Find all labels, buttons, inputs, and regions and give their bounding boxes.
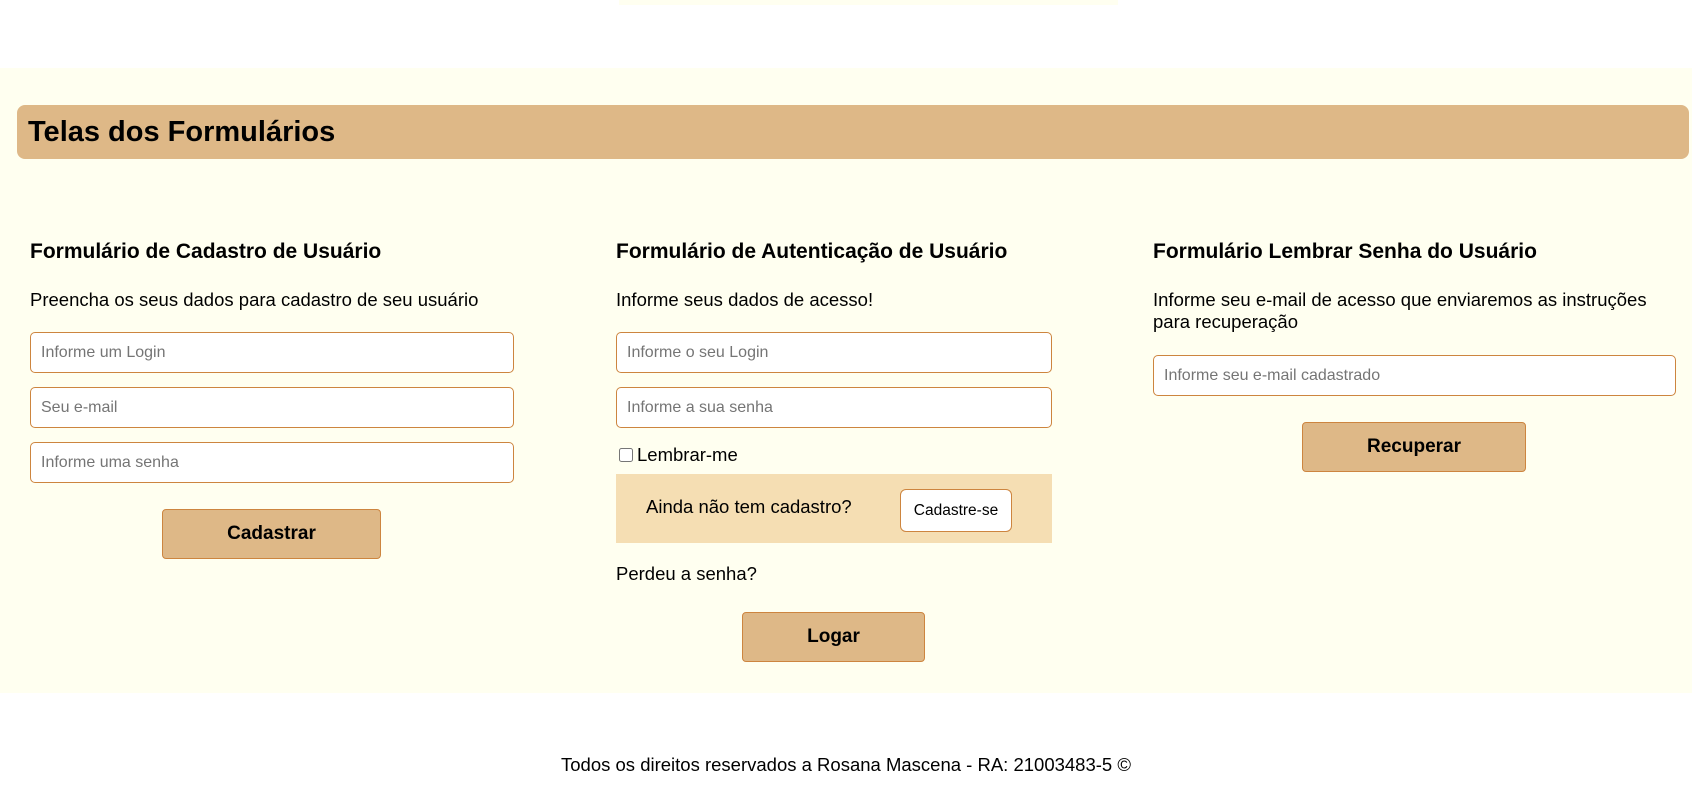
cadastro-title: Formulário de Cadastro de Usuário: [30, 240, 382, 263]
remember-row: Lembrar-me: [619, 444, 738, 466]
autenticacao-login-input[interactable]: [616, 332, 1052, 373]
section-title: Telas dos Formulários: [28, 115, 336, 148]
autenticacao-title: Formulário de Autenticação de Usuário: [616, 240, 1008, 263]
recuperar-button[interactable]: Recuperar: [1302, 422, 1526, 472]
lembrar-email-input[interactable]: [1153, 355, 1676, 396]
cadastro-email-input[interactable]: [30, 387, 514, 428]
cadastre-se-button[interactable]: Cadastre-se: [900, 489, 1012, 532]
lembrar-description: Informe seu e-mail de acesso que enviare…: [1153, 289, 1647, 332]
remember-label: Lembrar-me: [637, 444, 738, 465]
cadastro-login-input[interactable]: [30, 332, 514, 373]
forgot-password-link[interactable]: Perdeu a senha?: [616, 563, 757, 585]
lembrar-title: Formulário Lembrar Senha do Usuário: [1153, 240, 1537, 263]
logar-button[interactable]: Logar: [742, 612, 925, 662]
autenticacao-description: Informe seus dados de acesso!: [616, 289, 874, 310]
no-account-text: Ainda não tem cadastro?: [646, 496, 852, 517]
cadastro-senha-input[interactable]: [30, 442, 514, 483]
signup-box: Ainda não tem cadastro? Cadastre-se: [616, 474, 1052, 543]
section-banner: Telas dos Formulários: [17, 105, 1689, 159]
top-strip: [619, 0, 1118, 5]
autenticacao-senha-input[interactable]: [616, 387, 1052, 428]
remember-checkbox[interactable]: [619, 448, 633, 462]
footer-text: Todos os direitos reservados a Rosana Ma…: [561, 754, 1131, 775]
cadastrar-button[interactable]: Cadastrar: [162, 509, 381, 559]
cadastro-description: Preencha os seus dados para cadastro de …: [30, 289, 479, 310]
